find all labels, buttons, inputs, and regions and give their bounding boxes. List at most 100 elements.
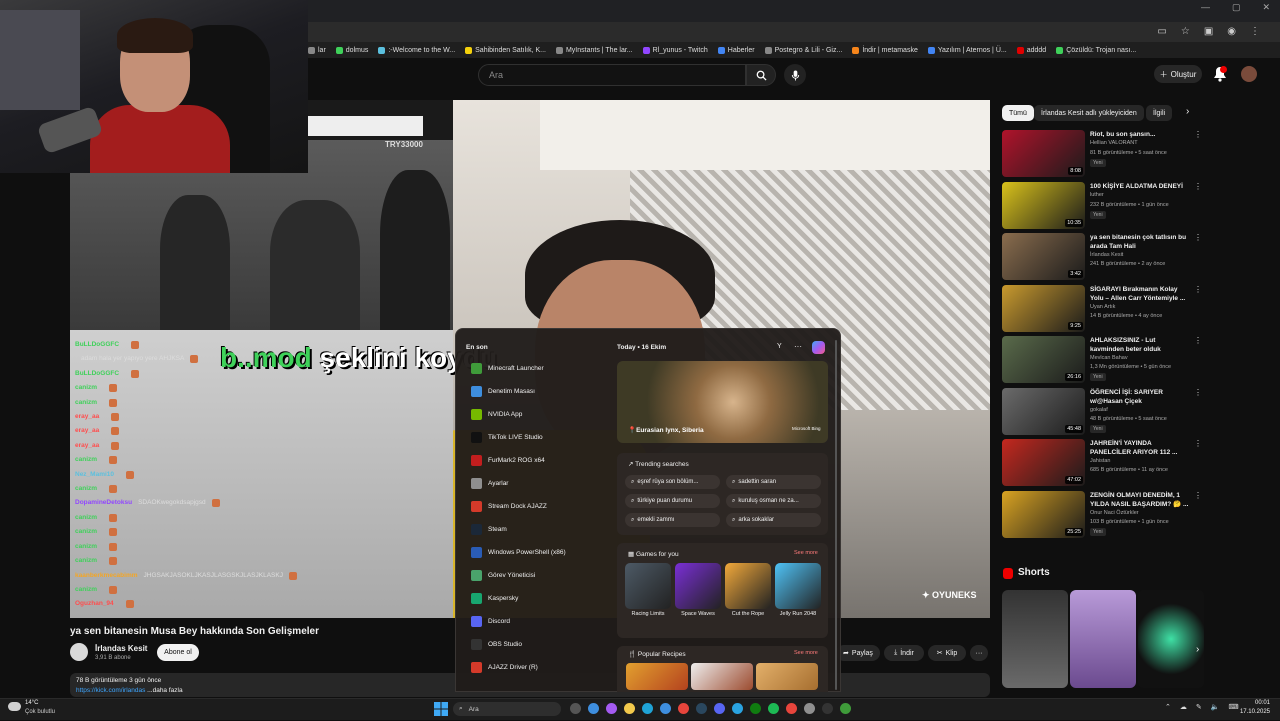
more-vert-icon[interactable]: ⋮ [1194,182,1202,191]
weather-temperature[interactable]: 14°C [25,700,38,706]
short-thumbnail[interactable] [1070,590,1136,688]
recipe-thumbnail[interactable] [756,663,818,690]
recommendation-channel[interactable]: gokalaf [1090,407,1108,413]
recipe-thumbnail[interactable] [626,663,688,690]
start-app-item[interactable]: Minecraft Launcher [471,359,544,377]
video-thumbnail[interactable]: 3:42 [1002,233,1085,280]
start-app-item[interactable]: Windows PowerShell (x86) [471,543,566,561]
store-icon[interactable] [660,703,671,714]
more-vert-icon[interactable]: ⋮ [1194,285,1202,294]
recommendation-channel[interactable]: Hellian VALORANT [1090,140,1138,146]
game-tile[interactable] [775,563,821,609]
start-app-item[interactable]: TikTok LIVE Studio [471,428,543,446]
pen-icon[interactable]: ✎ [1196,703,1202,711]
share-button[interactable]: ➦ Paylaş [836,645,880,661]
clip-button[interactable]: ✂ Klip [928,645,966,661]
recommendation-channel[interactable]: Jahistan [1090,458,1111,464]
profile-icon[interactable]: ◉ [1227,26,1236,37]
recommendation-channel[interactable]: Uyan Artık [1090,304,1115,310]
chevron-right-icon[interactable]: › [1186,106,1189,117]
video-thumbnail[interactable]: 8:08 [1002,130,1085,177]
more-vert-icon[interactable]: ⋮ [1194,130,1202,139]
recommendation-channel[interactable]: İrlandas Kesit [1090,252,1123,258]
start-app-item[interactable]: AJAZZ Driver (R) [471,658,538,676]
search-button[interactable] [746,64,776,86]
bookmark-item[interactable]: Postegro & Lili - Giz... [764,46,842,54]
account-avatar[interactable] [1241,66,1257,82]
start-app-item[interactable]: NVIDIA App [471,405,522,423]
copilot-icon[interactable] [606,703,617,714]
star-icon[interactable]: ☆ [1181,26,1190,37]
recommendation-card[interactable]: 3:42 ya sen bitanesin çok tatlısın bu ara… [1002,233,1202,281]
video-thumbnail[interactable]: 26:16 [1002,336,1085,383]
download-button[interactable]: ⤓ İndir [884,645,924,661]
recommendation-title[interactable]: Riot, bu son şansın... [1090,130,1190,139]
copilot-icon[interactable] [812,341,825,354]
recommendation-channel[interactable]: Mevlcan Bahav [1090,355,1128,361]
recommendation-card[interactable]: 10:35 100 KİŞİYE ALDATMA DENEYİ luther 232 … [1002,181,1202,230]
bookmark-item[interactable]: :-Welcome to the W... [378,46,455,54]
minimize-button[interactable]: — [1201,2,1210,13]
recommendation-channel[interactable]: luther [1090,192,1104,198]
recipes-see-more[interactable]: See more [794,650,818,656]
more-vert-icon[interactable]: ⋮ [1194,388,1202,397]
video-thumbnail[interactable]: 45:48 [1002,387,1085,435]
widgets-icon[interactable] [588,703,599,714]
channel-name[interactable]: İrlandas Kesit [95,644,147,653]
bookmark-item[interactable]: Çözüldü: Trojan nası... [1056,46,1136,54]
video-thumbnail[interactable]: 25:25 [1002,490,1085,538]
trending-search-chip[interactable]: ⌕ kuruluş osman ne za... [726,494,821,508]
short-thumbnail[interactable] [1002,590,1068,688]
chip-uploader[interactable]: İrlandas Kesit adlı yükleyiciden [1034,105,1144,121]
recommendation-title[interactable]: AHLAKSIZSINIZ - Lut kavminden beter oldu… [1090,336,1190,354]
recommendation-card[interactable]: 9:25 SİGARAYI Bırakmanın Kolay Yolu – All… [1002,284,1202,333]
more-vert-icon[interactable]: ⋮ [1194,439,1202,448]
start-app-item[interactable]: Denetim Masası [471,382,535,400]
recommendation-title[interactable]: SİGARAYI Bırakmanın Kolay Yolu – Allen C… [1090,285,1190,303]
games-see-more[interactable]: See more [794,550,818,556]
short-thumbnail[interactable] [1138,590,1204,688]
chip-all[interactable]: Tümü [1002,105,1034,121]
extensions-icon[interactable]: ▣ [1204,26,1213,37]
steam-icon[interactable] [696,703,707,714]
spotify-icon[interactable] [768,703,779,714]
recommendation-card[interactable]: 8:08 Riot, bu son şansın... Hellian VALORA… [1002,130,1202,178]
chevron-up-icon[interactable]: ⌃ [1165,703,1171,711]
profile-initial[interactable]: Y [777,343,782,350]
chrome-alt-icon[interactable] [786,703,797,714]
start-app-item[interactable]: Görev Yöneticisi [471,566,535,584]
description-link[interactable]: https://kick.com/irlandas [76,687,145,694]
start-app-item[interactable]: Kaspersky [471,589,518,607]
discord-icon[interactable] [714,703,725,714]
recommendation-title[interactable]: ya sen bitanesin çok tatlısın bu arada T… [1090,233,1190,251]
cast-icon[interactable]: ▭ [1157,26,1166,37]
weather-description[interactable]: Çok bulutlu [25,709,55,715]
obs-icon[interactable] [822,703,833,714]
menu-icon[interactable]: ⋮ [1250,26,1260,37]
start-app-item[interactable]: Discord [471,612,510,630]
taskbar-search[interactable]: ⌕ Ara [453,702,561,716]
edge-icon[interactable] [642,703,653,714]
bookmark-item[interactable]: Haberler [717,46,755,54]
recommendation-card[interactable]: 47:02 JAHREİN'İ YAYINDA PANELCİLER ARIYOR… [1002,439,1202,487]
clock-time[interactable]: 00:01 [1240,700,1270,706]
more-actions-button[interactable]: ··· [970,645,988,661]
xbox-icon[interactable] [750,703,761,714]
start-app-item[interactable]: Ayarlar [471,474,508,492]
recipe-thumbnail[interactable] [691,663,753,690]
trending-search-chip[interactable]: ⌕ sadettin saran [726,475,821,489]
cloud-icon[interactable] [8,702,21,711]
trending-search-chip[interactable]: ⌕ arka sokaklar [726,513,821,527]
trending-search-chip[interactable]: ⌕ eşref rüya son bölüm... [625,475,720,489]
widget-more-button[interactable]: ··· [794,342,802,351]
start-app-item[interactable]: FurMark2 ROG x64 [471,451,545,469]
bookmark-item[interactable]: MyInstants | The lar... [555,46,633,54]
more-vert-icon[interactable]: ⋮ [1194,336,1202,345]
video-thumbnail[interactable]: 47:02 [1002,439,1085,486]
bookmark-item[interactable]: adddd [1016,46,1046,54]
bookmark-item[interactable]: İndir | metamaske [852,46,918,54]
settings-icon[interactable] [804,703,815,714]
telegram-icon[interactable] [732,703,743,714]
close-window-button[interactable]: ✕ [1262,2,1270,13]
search-input[interactable]: Ara [478,64,746,86]
